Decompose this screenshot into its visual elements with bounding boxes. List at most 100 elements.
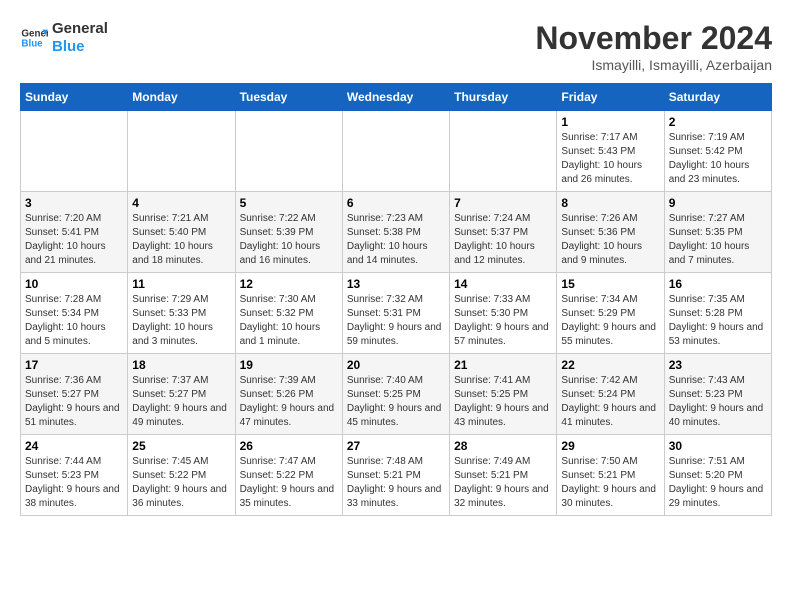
logo-blue: Blue	[52, 38, 108, 56]
day-info: Sunrise: 7:41 AM Sunset: 5:25 PM Dayligh…	[454, 374, 552, 430]
logo: General Blue General Blue	[20, 20, 108, 56]
day-info: Sunrise: 7:33 AM Sunset: 5:30 PM Dayligh…	[454, 293, 552, 349]
day-number: 1	[561, 115, 659, 129]
calendar-cell: 7 Sunrise: 7:24 AM Sunset: 5:37 PM Daylig…	[450, 192, 557, 273]
weekday-header-wednesday: Wednesday	[342, 84, 449, 111]
calendar-cell: 27Sunrise: 7:48 AM Sunset: 5:21 PM Dayli…	[342, 435, 449, 516]
day-number: 6	[347, 196, 445, 210]
calendar-cell	[128, 111, 235, 192]
calendar: SundayMondayTuesdayWednesdayThursdayFrid…	[20, 83, 772, 516]
day-info: Sunrise: 7:39 AM Sunset: 5:26 PM Dayligh…	[240, 374, 338, 430]
day-info: Sunrise: 7:47 AM Sunset: 5:22 PM Dayligh…	[240, 455, 338, 511]
calendar-cell: 1 Sunrise: 7:17 AM Sunset: 5:43 PM Daylig…	[557, 111, 664, 192]
day-info: Sunrise: 7:49 AM Sunset: 5:21 PM Dayligh…	[454, 455, 552, 511]
day-number: 27	[347, 439, 445, 453]
day-number: 20	[347, 358, 445, 372]
day-number: 7	[454, 196, 552, 210]
calendar-cell: 4 Sunrise: 7:21 AM Sunset: 5:40 PM Daylig…	[128, 192, 235, 273]
calendar-cell: 17Sunrise: 7:36 AM Sunset: 5:27 PM Dayli…	[21, 354, 128, 435]
day-number: 22	[561, 358, 659, 372]
day-info: Sunrise: 7:36 AM Sunset: 5:27 PM Dayligh…	[25, 374, 123, 430]
day-number: 28	[454, 439, 552, 453]
week-row-4: 24 Sunrise: 7:44 AM Sunset: 5:23 PM Dayli…	[21, 435, 772, 516]
day-info: Sunrise: 7:51 AM Sunset: 5:20 PM Dayligh…	[669, 455, 767, 511]
day-info: Sunrise: 7:42 AM Sunset: 5:24 PM Dayligh…	[561, 374, 659, 430]
calendar-cell: 16 Sunrise: 7:35 AM Sunset: 5:28 PM Dayli…	[664, 273, 771, 354]
weekday-header-tuesday: Tuesday	[235, 84, 342, 111]
weekday-header-thursday: Thursday	[450, 84, 557, 111]
calendar-cell: 19Sunrise: 7:39 AM Sunset: 5:26 PM Dayli…	[235, 354, 342, 435]
header: General Blue General Blue November 2024 …	[20, 20, 772, 73]
day-info: Sunrise: 7:27 AM Sunset: 5:35 PM Dayligh…	[669, 212, 767, 268]
day-info: Sunrise: 7:22 AM Sunset: 5:39 PM Dayligh…	[240, 212, 338, 268]
calendar-cell	[450, 111, 557, 192]
calendar-cell: 15 Sunrise: 7:34 AM Sunset: 5:29 PM Dayli…	[557, 273, 664, 354]
day-info: Sunrise: 7:21 AM Sunset: 5:40 PM Dayligh…	[132, 212, 230, 268]
day-number: 16	[669, 277, 767, 291]
day-number: 10	[25, 277, 123, 291]
weekday-header-monday: Monday	[128, 84, 235, 111]
day-info: Sunrise: 7:43 AM Sunset: 5:23 PM Dayligh…	[669, 374, 767, 430]
week-row-1: 3 Sunrise: 7:20 AM Sunset: 5:41 PM Daylig…	[21, 192, 772, 273]
day-info: Sunrise: 7:26 AM Sunset: 5:36 PM Dayligh…	[561, 212, 659, 268]
calendar-cell: 3 Sunrise: 7:20 AM Sunset: 5:41 PM Daylig…	[21, 192, 128, 273]
calendar-cell: 28 Sunrise: 7:49 AM Sunset: 5:21 PM Dayli…	[450, 435, 557, 516]
day-number: 29	[561, 439, 659, 453]
day-number: 11	[132, 277, 230, 291]
calendar-cell: 6 Sunrise: 7:23 AM Sunset: 5:38 PM Daylig…	[342, 192, 449, 273]
day-info: Sunrise: 7:28 AM Sunset: 5:34 PM Dayligh…	[25, 293, 123, 349]
day-number: 18	[132, 358, 230, 372]
day-info: Sunrise: 7:19 AM Sunset: 5:42 PM Dayligh…	[669, 131, 767, 187]
day-number: 5	[240, 196, 338, 210]
calendar-cell: 22 Sunrise: 7:42 AM Sunset: 5:24 PM Dayli…	[557, 354, 664, 435]
calendar-cell: 20 Sunrise: 7:40 AM Sunset: 5:25 PM Dayli…	[342, 354, 449, 435]
day-info: Sunrise: 7:40 AM Sunset: 5:25 PM Dayligh…	[347, 374, 445, 430]
calendar-cell: 2 Sunrise: 7:19 AM Sunset: 5:42 PM Daylig…	[664, 111, 771, 192]
title-section: November 2024 Ismayilli, Ismayilli, Azer…	[535, 20, 772, 73]
calendar-cell: 25Sunrise: 7:45 AM Sunset: 5:22 PM Dayli…	[128, 435, 235, 516]
day-info: Sunrise: 7:24 AM Sunset: 5:37 PM Dayligh…	[454, 212, 552, 268]
calendar-cell: 26Sunrise: 7:47 AM Sunset: 5:22 PM Dayli…	[235, 435, 342, 516]
weekday-header-row: SundayMondayTuesdayWednesdayThursdayFrid…	[21, 84, 772, 111]
day-number: 8	[561, 196, 659, 210]
day-info: Sunrise: 7:20 AM Sunset: 5:41 PM Dayligh…	[25, 212, 123, 268]
weekday-header-saturday: Saturday	[664, 84, 771, 111]
month-title: November 2024	[535, 20, 772, 57]
logo-icon: General Blue	[20, 24, 48, 52]
calendar-cell	[235, 111, 342, 192]
day-info: Sunrise: 7:30 AM Sunset: 5:32 PM Dayligh…	[240, 293, 338, 349]
day-number: 23	[669, 358, 767, 372]
day-number: 25	[132, 439, 230, 453]
day-info: Sunrise: 7:29 AM Sunset: 5:33 PM Dayligh…	[132, 293, 230, 349]
day-info: Sunrise: 7:34 AM Sunset: 5:29 PM Dayligh…	[561, 293, 659, 349]
calendar-cell	[342, 111, 449, 192]
day-info: Sunrise: 7:44 AM Sunset: 5:23 PM Dayligh…	[25, 455, 123, 511]
logo-general: General	[52, 20, 108, 38]
weekday-header-friday: Friday	[557, 84, 664, 111]
day-info: Sunrise: 7:23 AM Sunset: 5:38 PM Dayligh…	[347, 212, 445, 268]
day-number: 15	[561, 277, 659, 291]
calendar-cell: 23 Sunrise: 7:43 AM Sunset: 5:23 PM Dayli…	[664, 354, 771, 435]
day-number: 9	[669, 196, 767, 210]
svg-text:Blue: Blue	[21, 38, 43, 49]
day-info: Sunrise: 7:35 AM Sunset: 5:28 PM Dayligh…	[669, 293, 767, 349]
calendar-cell: 13Sunrise: 7:32 AM Sunset: 5:31 PM Dayli…	[342, 273, 449, 354]
day-info: Sunrise: 7:50 AM Sunset: 5:21 PM Dayligh…	[561, 455, 659, 511]
calendar-cell: 30 Sunrise: 7:51 AM Sunset: 5:20 PM Dayli…	[664, 435, 771, 516]
weekday-header-sunday: Sunday	[21, 84, 128, 111]
day-number: 4	[132, 196, 230, 210]
day-number: 14	[454, 277, 552, 291]
calendar-cell: 11 Sunrise: 7:29 AM Sunset: 5:33 PM Dayli…	[128, 273, 235, 354]
day-info: Sunrise: 7:17 AM Sunset: 5:43 PM Dayligh…	[561, 131, 659, 187]
calendar-cell: 24 Sunrise: 7:44 AM Sunset: 5:23 PM Dayli…	[21, 435, 128, 516]
week-row-2: 10 Sunrise: 7:28 AM Sunset: 5:34 PM Dayli…	[21, 273, 772, 354]
day-number: 30	[669, 439, 767, 453]
day-info: Sunrise: 7:37 AM Sunset: 5:27 PM Dayligh…	[132, 374, 230, 430]
calendar-cell: 14 Sunrise: 7:33 AM Sunset: 5:30 PM Dayli…	[450, 273, 557, 354]
day-number: 3	[25, 196, 123, 210]
day-number: 2	[669, 115, 767, 129]
calendar-cell: 10 Sunrise: 7:28 AM Sunset: 5:34 PM Dayli…	[21, 273, 128, 354]
day-number: 24	[25, 439, 123, 453]
calendar-cell: 18 Sunrise: 7:37 AM Sunset: 5:27 PM Dayli…	[128, 354, 235, 435]
calendar-cell: 5 Sunrise: 7:22 AM Sunset: 5:39 PM Daylig…	[235, 192, 342, 273]
